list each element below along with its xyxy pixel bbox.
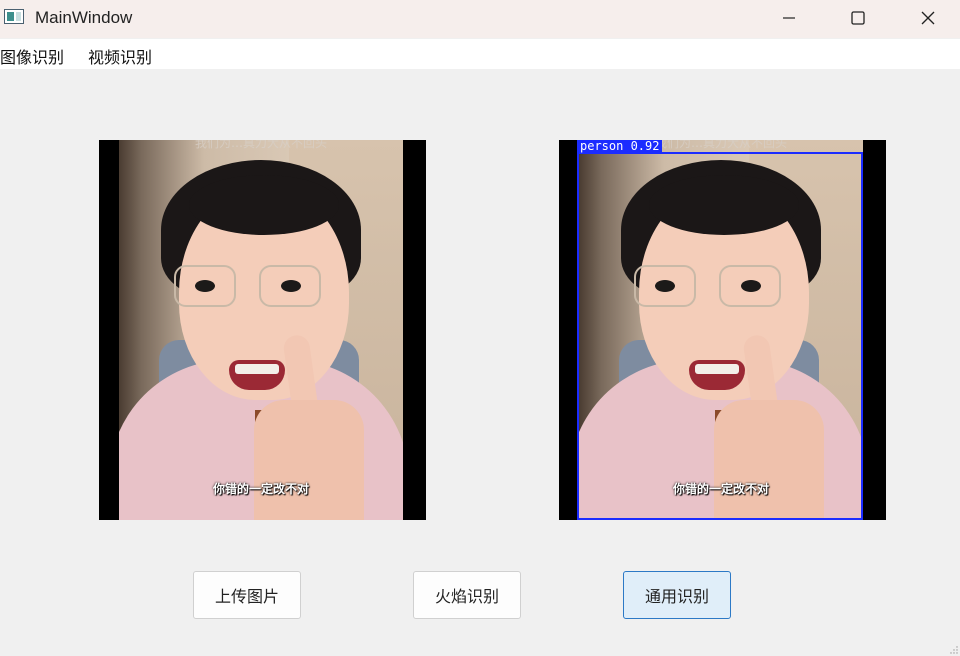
fire-detection-button[interactable]: 火焰识别 — [413, 571, 521, 619]
minimize-icon — [783, 17, 795, 19]
maximize-button[interactable] — [823, 0, 893, 36]
minimize-button[interactable] — [754, 0, 824, 36]
maximize-icon — [851, 11, 865, 25]
close-button[interactable] — [893, 0, 960, 36]
app-window-icon — [4, 9, 24, 24]
original-image-panel: 我们为…真力大从不回头 你错的一定改不对 — [99, 140, 426, 520]
detection-label: person 0.92 — [577, 140, 663, 153]
title-bar: MainWindow — [0, 0, 960, 38]
general-detection-button[interactable]: 通用识别 — [623, 571, 731, 619]
upload-image-button[interactable]: 上传图片 — [193, 571, 301, 619]
menu-image-recognition[interactable]: 图像识别 — [0, 44, 64, 68]
menu-video-recognition[interactable]: 视频识别 — [88, 44, 152, 68]
image-caption-bottom: 你错的一定改不对 — [212, 482, 309, 496]
close-icon — [921, 11, 935, 25]
window-title: MainWindow — [35, 8, 133, 27]
resize-grip-icon[interactable] — [950, 646, 958, 654]
result-image-panel: 我们为…真力大从不回头 你错的一定改不对 person 0.92 — [559, 140, 886, 520]
image-caption-top: 我们为…真力大从不回头 — [194, 140, 327, 150]
detection-bounding-box — [577, 152, 863, 520]
original-image: 我们为…真力大从不回头 你错的一定改不对 — [119, 140, 403, 520]
menu-bar: 图像识别 视频识别 — [0, 39, 960, 69]
